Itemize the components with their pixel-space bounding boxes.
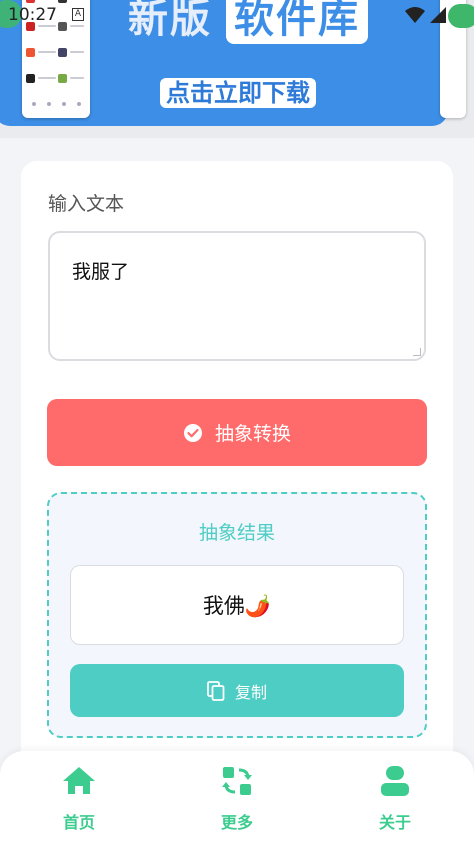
resize-handle[interactable] [413, 348, 421, 356]
home-icon [62, 764, 96, 798]
banner-download-button[interactable]: 点击立即下载 [160, 78, 316, 108]
status-bar: 10:27 A [0, 0, 474, 32]
nav-label-about: 关于 [378, 813, 411, 832]
nav-item-home[interactable]: 首页 [34, 751, 124, 842]
convert-button-label: 抽象转换 [214, 423, 291, 445]
bottom-navigation: 首页 更多 关于 [0, 751, 474, 842]
signal-icon [430, 7, 446, 23]
result-output: 我佛🌶️ [70, 565, 404, 645]
nav-item-about[interactable]: 关于 [350, 751, 440, 842]
result-title: 抽象结果 [198, 522, 275, 544]
nav-label-more: 更多 [220, 813, 253, 832]
user-icon [379, 764, 411, 798]
convert-button[interactable]: 抽象转换 [47, 399, 427, 466]
nav-label-home: 首页 [62, 813, 95, 832]
nav-item-more[interactable]: 更多 [192, 751, 282, 842]
result-panel: 抽象结果 我佛🌶️ 复制 [47, 492, 427, 738]
notification-icon: A [72, 8, 84, 21]
copy-icon [207, 680, 225, 701]
battery-icon [448, 4, 474, 28]
text-input-value: 我服了 [72, 261, 130, 283]
input-label: 输入文本 [48, 193, 125, 215]
refresh-icon [221, 764, 253, 798]
text-input[interactable]: 我服了 [48, 231, 426, 361]
status-time: 10:27 [8, 5, 57, 25]
copy-button[interactable]: 复制 [70, 664, 404, 717]
wifi-icon [405, 7, 425, 23]
converter-card: 输入文本 我服了 抽象转换 抽象结果 我佛🌶️ 复制 [21, 161, 453, 801]
check-circle-icon [183, 423, 203, 443]
copy-button-label: 复制 [234, 682, 267, 702]
